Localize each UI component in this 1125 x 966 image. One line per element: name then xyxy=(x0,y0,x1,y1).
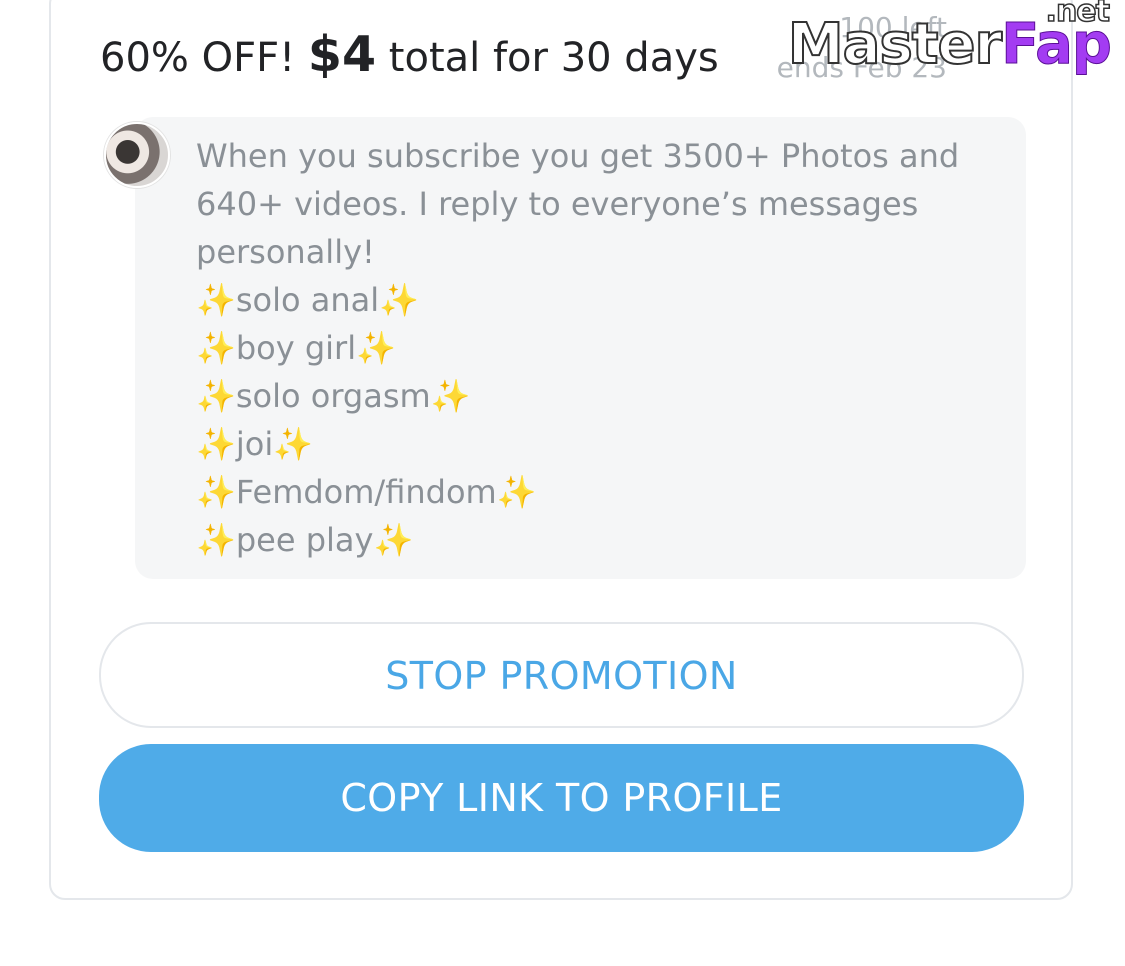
sparkle-icon: ✨ xyxy=(373,521,414,559)
expiry-date: ends Feb 23 xyxy=(776,51,947,84)
item-text: boy girl xyxy=(235,329,357,367)
list-item: ✨joi✨ xyxy=(196,420,986,468)
user-avatar-icon xyxy=(104,122,170,188)
duration-label: total for 30 days xyxy=(388,35,719,81)
sparkle-icon: ✨ xyxy=(496,473,537,511)
item-text: joi xyxy=(235,425,274,463)
list-item: ✨boy girl✨ xyxy=(196,324,986,372)
remaining-count: 100 left xyxy=(839,11,947,44)
promotion-meta: 100 left ends Feb 23 xyxy=(777,8,947,88)
price-label: $4 xyxy=(307,26,377,83)
message-line: personally! xyxy=(196,233,375,271)
discount-label: 60% OFF! xyxy=(100,35,296,81)
sparkle-icon: ✨ xyxy=(196,473,236,511)
list-item: ✨solo orgasm✨ xyxy=(196,372,986,420)
list-item: ✨pee play✨ xyxy=(196,516,986,564)
sparkle-icon: ✨ xyxy=(273,425,314,463)
sparkle-icon: ✨ xyxy=(196,377,236,415)
sparkle-icon: ✨ xyxy=(356,329,396,367)
sparkle-icon: ✨ xyxy=(196,281,236,319)
sparkle-icon: ✨ xyxy=(196,329,236,367)
copy-link-to-profile-button[interactable]: COPY LINK TO PROFILE xyxy=(99,744,1024,852)
sparkle-icon: ✨ xyxy=(430,377,471,415)
list-item: ✨solo anal✨ xyxy=(196,276,986,324)
list-item: ✨Femdom/findom✨ xyxy=(196,468,986,516)
promotion-message: When you subscribe you get 3500+ Photos … xyxy=(196,132,986,564)
promotion-title: 60% OFF! $4 total for 30 days xyxy=(100,26,719,83)
item-text: pee play xyxy=(235,521,374,559)
sparkle-icon: ✨ xyxy=(196,521,236,559)
item-text: solo orgasm xyxy=(235,377,431,415)
sparkle-icon: ✨ xyxy=(196,425,236,463)
message-line: 640+ videos. I reply to everyone’s messa… xyxy=(196,185,919,223)
item-text: Femdom/findom xyxy=(235,473,497,511)
message-line: When you subscribe you get 3500+ Photos … xyxy=(196,137,960,175)
sparkle-icon: ✨ xyxy=(379,281,419,319)
stop-promotion-button[interactable]: STOP PROMOTION xyxy=(99,622,1024,728)
item-text: solo anal xyxy=(235,281,380,319)
